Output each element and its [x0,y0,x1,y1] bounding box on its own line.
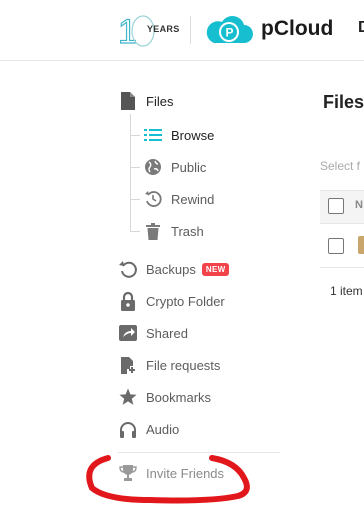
folder-icon [358,236,364,254]
svg-text:P: P [226,26,234,40]
headphones-icon [118,419,138,439]
globe-icon [143,157,163,177]
top-header: 1 YEARS P pCloud D [0,0,364,61]
sidebar-item-label: Shared [146,325,188,341]
lock-icon [118,291,138,311]
tree-tick [130,167,140,168]
sidebar-item-bookmarks[interactable]: Bookmarks [118,385,211,409]
header-menu-cut[interactable]: D [358,19,364,37]
tree-tick [130,231,140,232]
sidebar-item-label: Audio [146,421,180,437]
trophy-icon [118,463,138,483]
main-panel: Files Select f N 1 item [310,60,364,531]
sidebar-item-trash[interactable]: Trash [143,219,204,243]
star-icon [118,387,138,407]
tree-line [130,114,131,232]
sidebar-item-label: Bookmarks [146,389,212,405]
sidebar-item-label: Rewind [171,191,215,207]
trash-icon [143,221,163,241]
row-checkbox[interactable] [328,238,344,254]
sidebar-item-label: Trash [171,223,204,239]
shared-icon [118,323,138,343]
tree-tick [130,199,140,200]
header-divider [190,16,191,44]
sidebar-item-audio[interactable]: Audio [118,417,179,441]
new-badge: NEW [201,262,230,276]
sidebar-divider [118,452,280,453]
tree-tick [130,135,140,136]
select-all-checkbox[interactable] [328,198,344,214]
rewind-clock-icon [143,189,163,209]
sidebar-item-files[interactable]: Files [118,89,173,113]
sidebar-item-invite-friends[interactable]: Invite Friends [118,461,224,485]
sidebar-item-label: File requests [146,357,221,373]
sidebar-item-label: Invite Friends [146,465,225,481]
item-count: 1 item [330,284,363,298]
years-label: YEARS [147,24,180,34]
sidebar-item-file-requests[interactable]: File requests [118,353,220,377]
sidebar-item-label: Files [146,93,174,109]
sidebar-item-rewind[interactable]: Rewind [143,187,214,211]
list-icon [143,125,163,145]
sidebar-item-label: Crypto Folder [146,293,225,309]
brand-name[interactable]: pCloud [261,17,333,41]
sidebar-item-crypto-folder[interactable]: Crypto Folder [118,289,225,313]
sidebar-item-label: Public [171,159,207,175]
sidebar-item-label: Browse [171,127,215,143]
sidebar-item-browse[interactable]: Browse [143,123,214,147]
filter-input[interactable]: Select f [320,159,360,173]
sidebar-item-backups[interactable]: Backups NEW [118,257,230,281]
column-name-header[interactable]: N [355,199,363,211]
sidebar-item-public[interactable]: Public [143,155,206,179]
pcloud-logo-icon[interactable]: P [202,13,254,47]
file-request-icon [118,355,138,375]
file-icon [118,91,138,111]
sidebar-item-label: Backups [146,261,196,277]
backup-icon [118,259,138,279]
page-title: Files [323,92,364,112]
sidebar-item-shared[interactable]: Shared [118,321,188,345]
svg-text:1: 1 [118,13,137,48]
